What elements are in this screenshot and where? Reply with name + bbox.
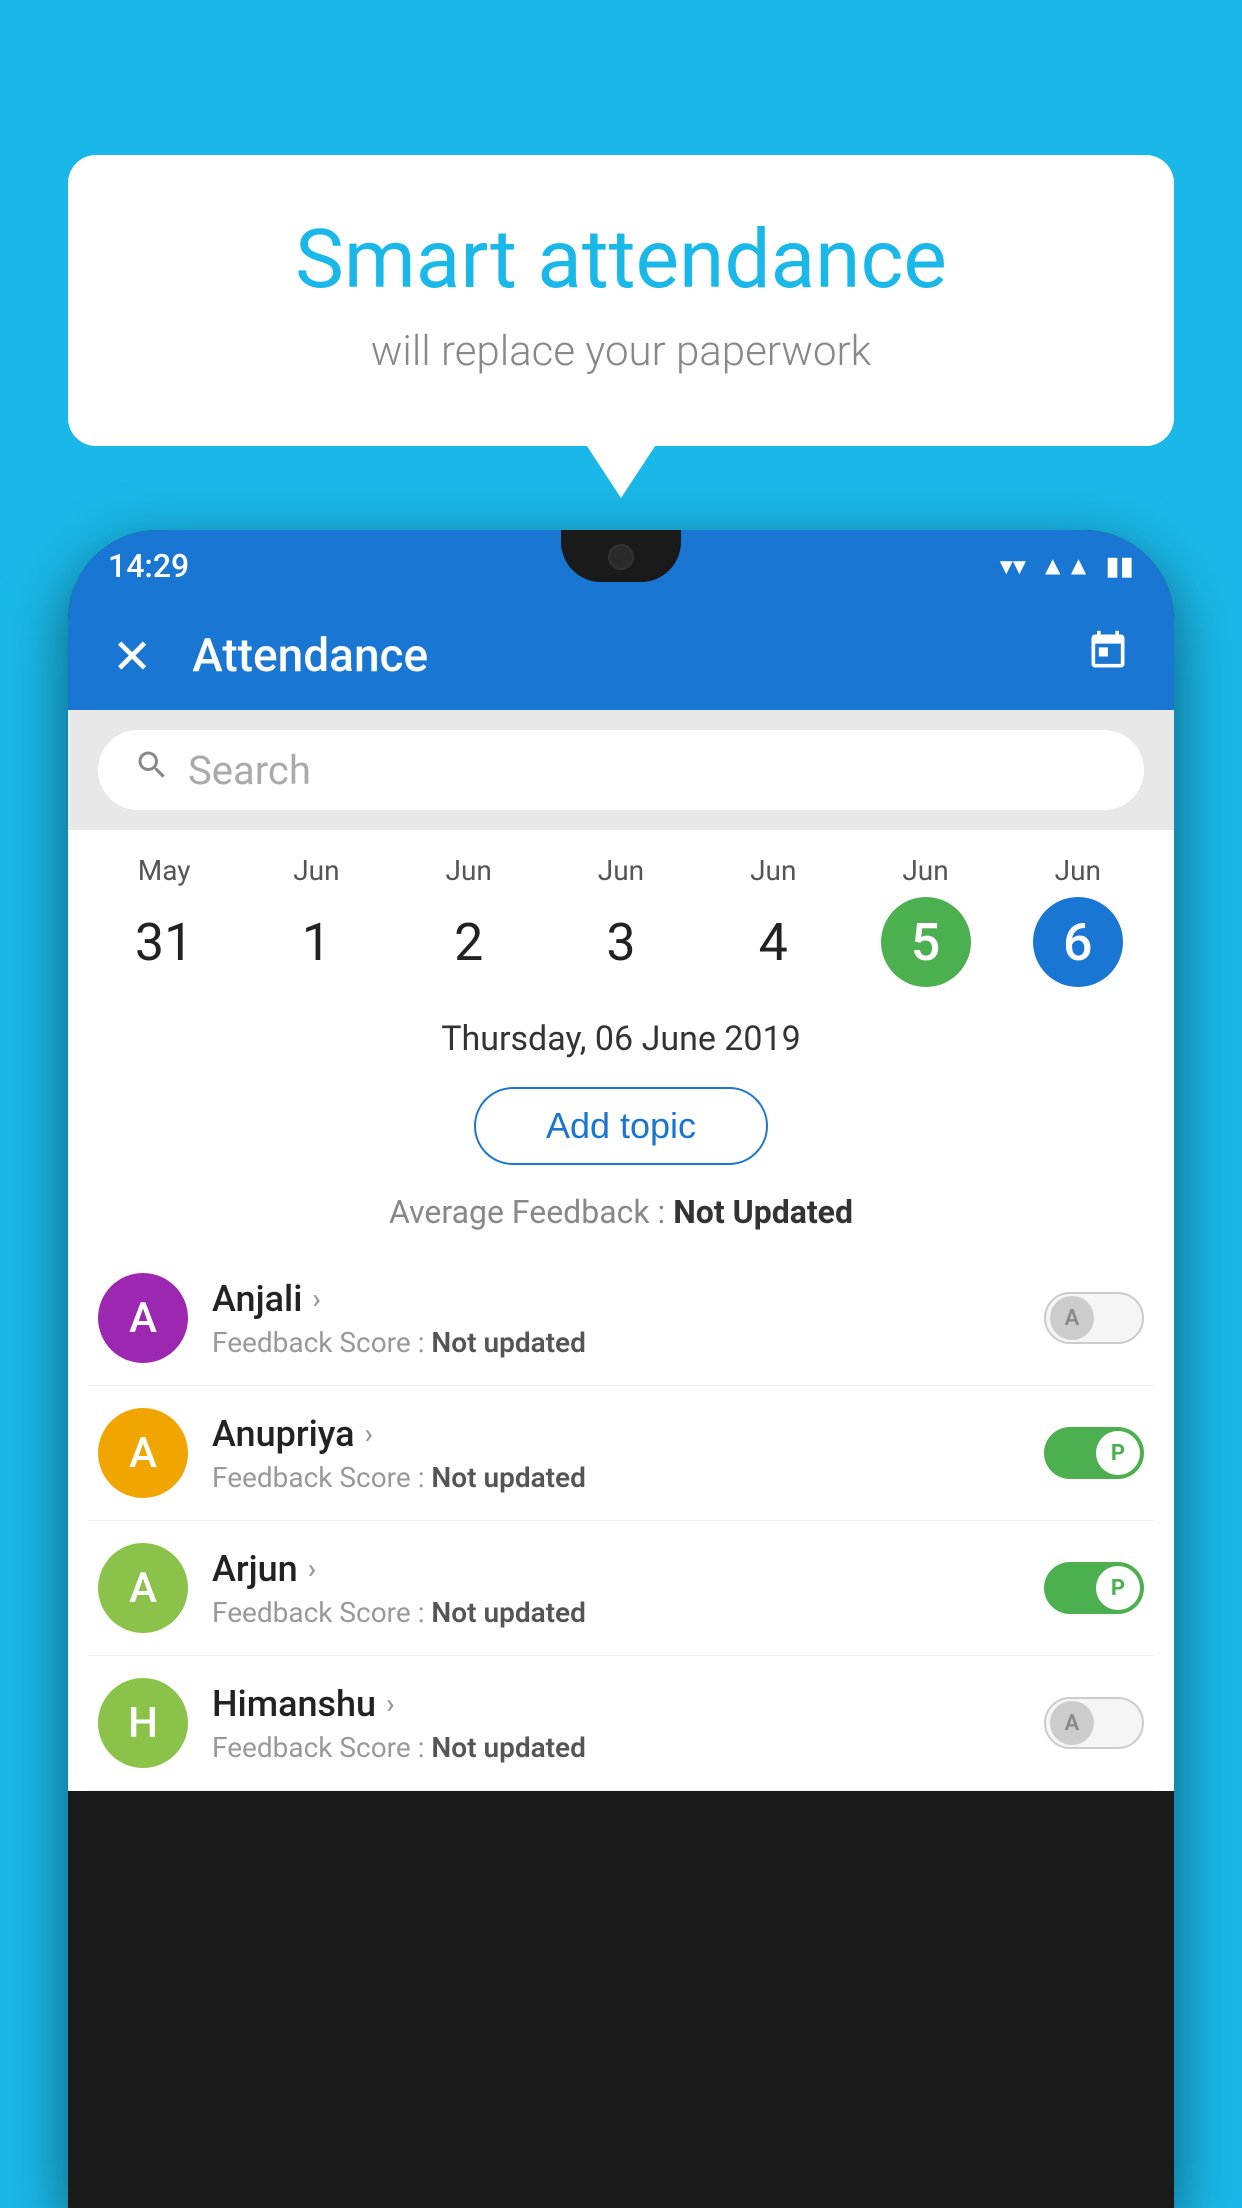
phone-notch xyxy=(561,530,681,582)
feedback-value: Not updated xyxy=(431,1461,585,1494)
student-info: Himanshu › Feedback Score : Not updated xyxy=(212,1683,1020,1764)
student-item[interactable]: AAnupriya ›Feedback Score : Not updated … xyxy=(88,1386,1154,1521)
status-bar: 14:29 ▾▾ ▲▲ ▮▮ xyxy=(68,530,1174,602)
date-item[interactable]: Jun 3 xyxy=(566,854,676,987)
student-avatar: A xyxy=(98,1273,188,1363)
date-item[interactable]: Jun 1 xyxy=(261,854,371,987)
selected-date-info: Thursday, 06 June 2019 xyxy=(68,997,1174,1075)
battery-icon: ▮▮ xyxy=(1105,551,1134,581)
status-icons: ▾▾ ▲▲ ▮▮ xyxy=(1000,551,1134,582)
phone-frame: 14:29 ▾▾ ▲▲ ▮▮ ✕ Attendance xyxy=(68,530,1174,2208)
toggle-knob: P xyxy=(1096,1431,1140,1475)
date-item[interactable]: Jun 4 xyxy=(718,854,828,987)
add-topic-label: Add topic xyxy=(546,1105,696,1146)
date-number[interactable]: 3 xyxy=(576,897,666,987)
attendance-toggle[interactable]: A xyxy=(1044,1292,1144,1344)
student-feedback: Feedback Score : Not updated xyxy=(212,1461,1020,1494)
date-month: May xyxy=(138,854,191,887)
close-button[interactable]: ✕ xyxy=(112,628,152,685)
student-list: A Anjali › Feedback Score : Not updated A … xyxy=(68,1251,1174,1791)
search-icon xyxy=(134,747,170,793)
date-number[interactable]: 1 xyxy=(271,897,361,987)
date-item[interactable]: Jun 2 xyxy=(414,854,524,987)
toggle-knob: A xyxy=(1050,1296,1094,1340)
feedback-value: Not updated xyxy=(431,1596,585,1629)
speech-bubble-subtitle: will replace your paperwork xyxy=(138,327,1104,376)
chevron-right-icon: › xyxy=(386,1687,394,1720)
avg-feedback-label: Average Feedback : xyxy=(389,1193,665,1231)
toggle-off[interactable]: A xyxy=(1044,1697,1144,1749)
date-item[interactable]: Jun 6 xyxy=(1023,854,1133,987)
date-number[interactable]: 6 xyxy=(1033,897,1123,987)
student-feedback: Feedback Score : Not updated xyxy=(212,1326,1020,1359)
date-month: Jun xyxy=(598,854,644,887)
feedback-value: Not updated xyxy=(431,1731,585,1764)
student-item[interactable]: A Arjun › Feedback Score : Not updated P xyxy=(88,1521,1154,1656)
student-avatar: A xyxy=(98,1408,188,1498)
date-month: Jun xyxy=(293,854,339,887)
avg-feedback-value: Not Updated xyxy=(673,1193,853,1231)
student-info: Anupriya › Feedback Score : Not updated xyxy=(212,1413,1020,1494)
attendance-toggle[interactable]: A xyxy=(1044,1697,1144,1749)
calendar-strip: May 31 Jun 1 Jun 2 Jun 3 Jun 4 Jun 5 Jun 6 xyxy=(68,830,1174,997)
speech-bubble-title: Smart attendance xyxy=(138,215,1104,305)
date-month: Jun xyxy=(750,854,796,887)
student-name: Arjun › xyxy=(212,1548,1020,1590)
student-name: Himanshu › xyxy=(212,1683,1020,1725)
toggle-on[interactable]: P xyxy=(1044,1427,1144,1479)
student-info: Anjali › Feedback Score : Not updated xyxy=(212,1278,1020,1359)
date-item[interactable]: Jun 5 xyxy=(871,854,981,987)
student-feedback: Feedback Score : Not updated xyxy=(212,1731,1020,1764)
app-header: ✕ Attendance xyxy=(68,602,1174,710)
phone-screen: Search May 31 Jun 1 Jun 2 Jun 3 Jun 4 Jun 5 Jun 6 Thu… xyxy=(68,710,1174,1791)
date-item[interactable]: May 31 xyxy=(109,854,219,987)
student-name: Anupriya › xyxy=(212,1413,1020,1455)
search-placeholder: Search xyxy=(188,747,311,794)
signal-icon: ▲▲ xyxy=(1040,551,1091,582)
search-bar[interactable]: Search xyxy=(98,730,1144,810)
student-item[interactable]: A Anjali › Feedback Score : Not updated A xyxy=(88,1251,1154,1386)
date-month: Jun xyxy=(446,854,492,887)
date-number[interactable]: 4 xyxy=(728,897,818,987)
app-title: Attendance xyxy=(192,629,1086,683)
student-avatar: A xyxy=(98,1543,188,1633)
speech-bubble-container: Smart attendance will replace your paper… xyxy=(68,155,1174,446)
search-container: Search xyxy=(68,710,1174,830)
chevron-right-icon: › xyxy=(365,1417,373,1450)
attendance-toggle[interactable]: P xyxy=(1044,1427,1144,1479)
date-month: Jun xyxy=(1055,854,1101,887)
status-time: 14:29 xyxy=(108,547,189,585)
student-item[interactable]: HHimanshu ›Feedback Score : Not updated … xyxy=(88,1656,1154,1791)
add-topic-container: Add topic xyxy=(68,1075,1174,1183)
calendar-icon[interactable] xyxy=(1086,629,1130,683)
chevron-right-icon: › xyxy=(308,1552,316,1585)
student-name: Anjali › xyxy=(212,1278,1020,1320)
student-feedback: Feedback Score : Not updated xyxy=(212,1596,1020,1629)
wifi-icon: ▾▾ xyxy=(1000,551,1026,581)
selected-date-text: Thursday, 06 June 2019 xyxy=(441,1019,801,1059)
date-number[interactable]: 31 xyxy=(119,897,209,987)
speech-bubble: Smart attendance will replace your paper… xyxy=(68,155,1174,446)
toggle-on[interactable]: P xyxy=(1044,1562,1144,1614)
attendance-toggle[interactable]: P xyxy=(1044,1562,1144,1614)
toggle-knob: A xyxy=(1050,1701,1094,1745)
date-number[interactable]: 5 xyxy=(881,897,971,987)
phone-camera xyxy=(608,544,634,570)
toggle-off[interactable]: A xyxy=(1044,1292,1144,1344)
date-number[interactable]: 2 xyxy=(424,897,514,987)
feedback-value: Not updated xyxy=(431,1326,585,1359)
student-info: Arjun › Feedback Score : Not updated xyxy=(212,1548,1020,1629)
student-avatar: H xyxy=(98,1678,188,1768)
date-month: Jun xyxy=(902,854,948,887)
toggle-knob: P xyxy=(1096,1566,1140,1610)
average-feedback: Average Feedback : Not Updated xyxy=(68,1183,1174,1251)
chevron-right-icon: › xyxy=(312,1282,320,1315)
add-topic-button[interactable]: Add topic xyxy=(474,1087,768,1165)
